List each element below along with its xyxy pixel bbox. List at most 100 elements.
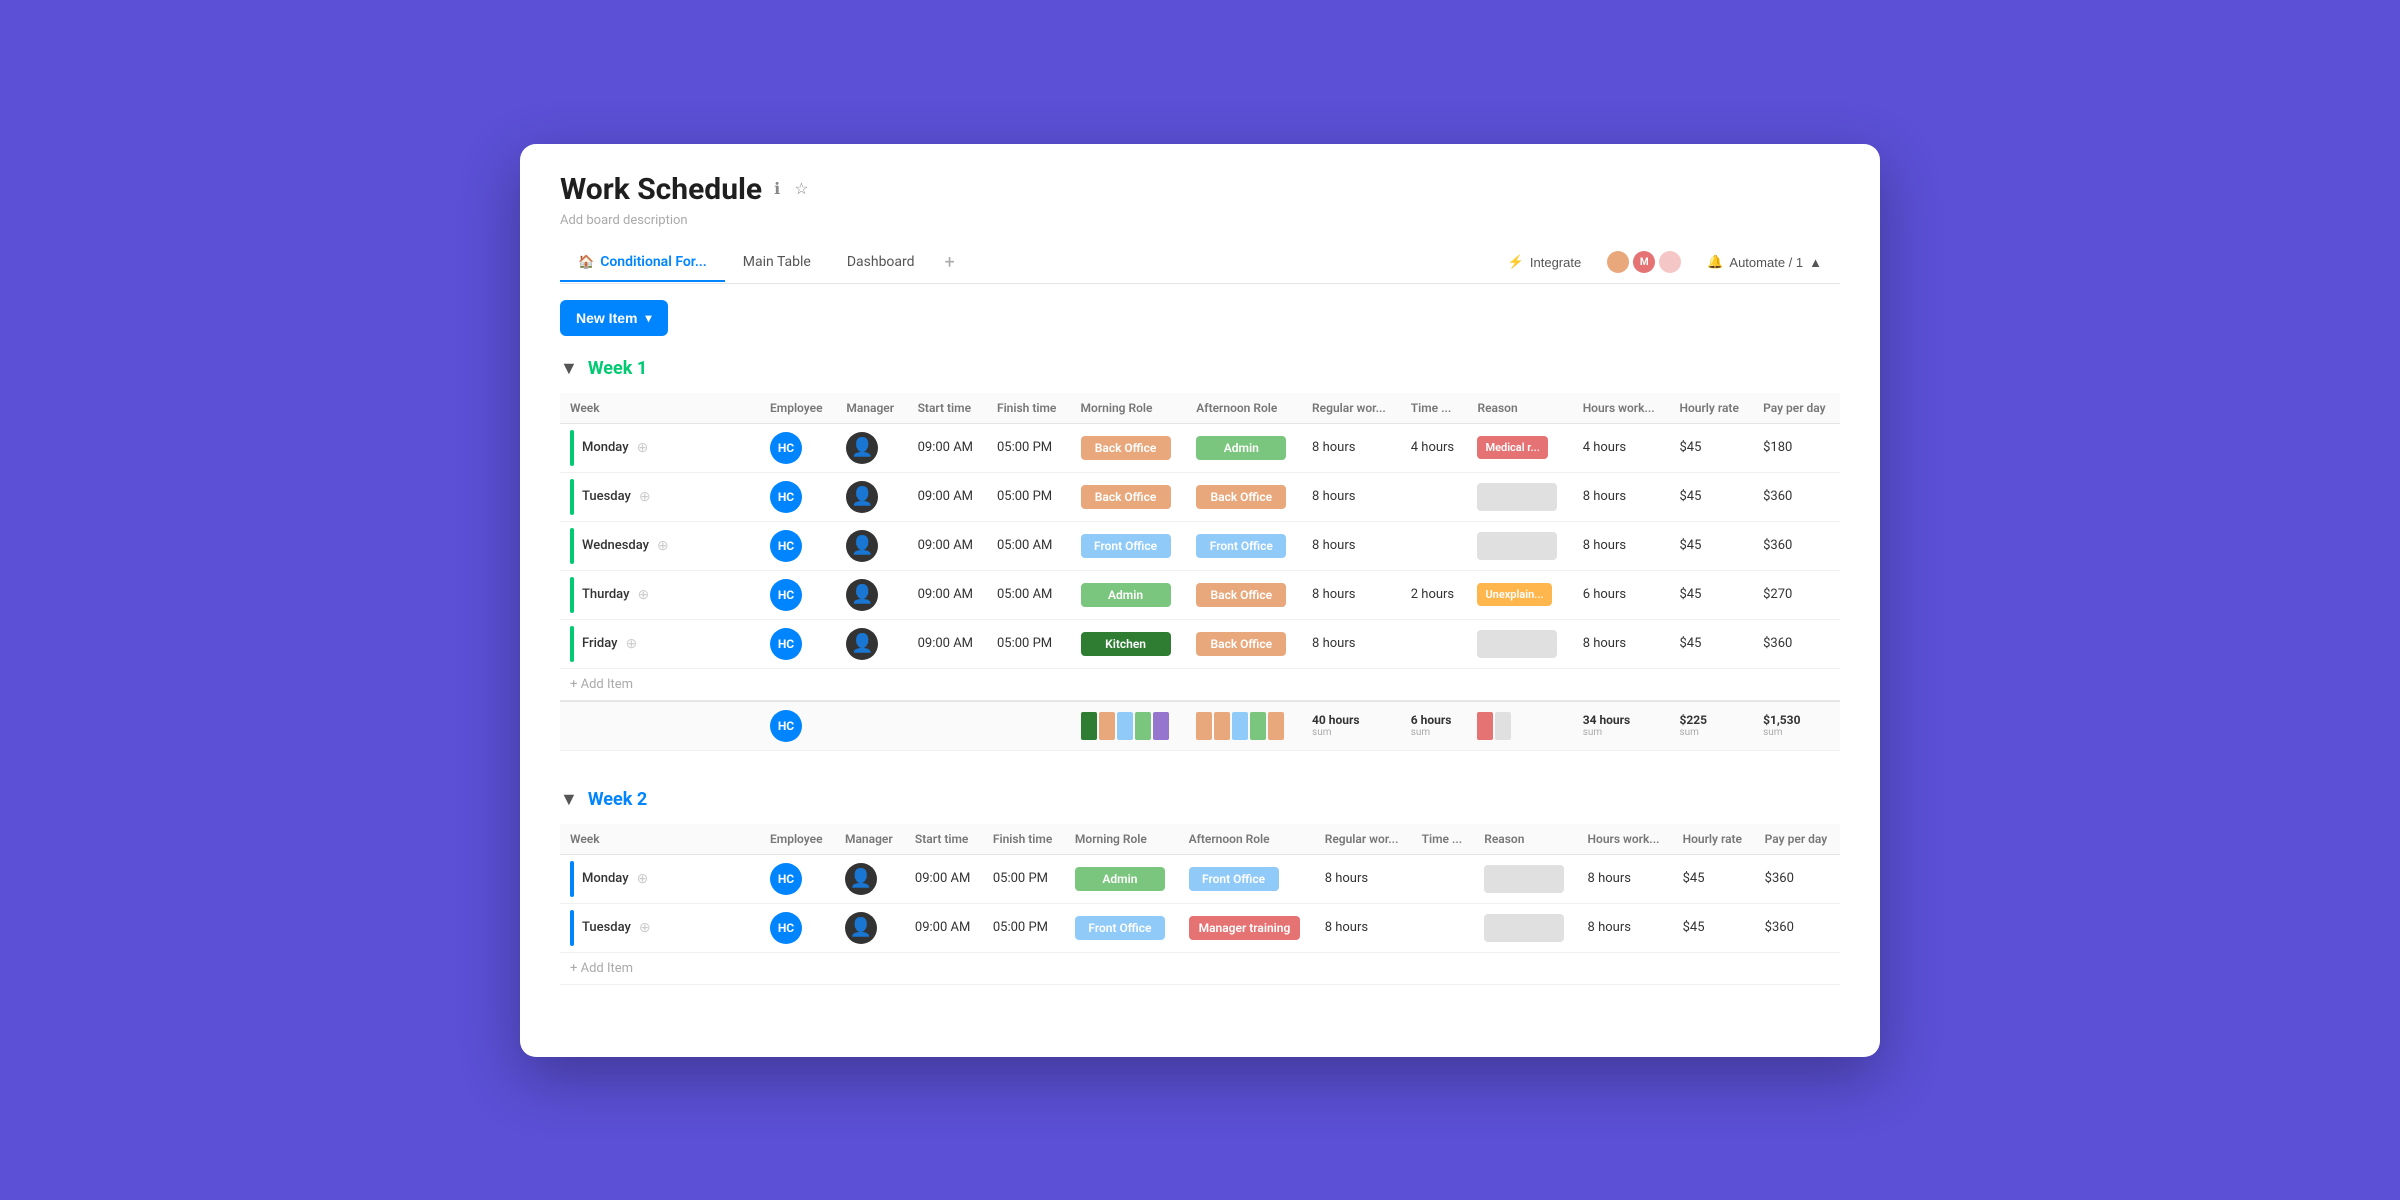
afternoon-chip xyxy=(1268,712,1284,740)
color-bar xyxy=(570,861,574,897)
avatar: HC xyxy=(770,863,802,895)
morning-role-badge[interactable]: Admin xyxy=(1081,583,1171,607)
regular-hours-cell: 8 hours xyxy=(1315,854,1412,903)
add-row-icon[interactable]: ⊕ xyxy=(637,587,649,603)
tab-main-table[interactable]: Main Table xyxy=(725,244,829,282)
summary-start xyxy=(908,701,987,751)
group-week1-toggle[interactable]: ▼ xyxy=(560,358,578,379)
add-item-cell[interactable]: + Add Item xyxy=(560,668,1840,701)
day-label: Friday xyxy=(582,636,618,651)
group-week2-title: Week 2 xyxy=(588,789,647,810)
service-icons: M xyxy=(1607,251,1681,273)
morning-role-badge[interactable]: Front Office xyxy=(1075,916,1165,940)
manager-icon: 👤 xyxy=(845,912,877,944)
hourly-rate-cell: $45 xyxy=(1670,570,1754,619)
afternoon-role-badge[interactable]: Admin xyxy=(1196,436,1286,460)
manager-cell: 👤 xyxy=(836,619,907,668)
tab-dashboard[interactable]: Dashboard xyxy=(829,244,933,282)
reason-empty xyxy=(1477,630,1557,658)
manager-icon: 👤 xyxy=(846,579,878,611)
afternoon-role-badge[interactable]: Back Office xyxy=(1196,485,1286,509)
integrate-button[interactable]: ⚡ Integrate xyxy=(1498,248,1592,276)
morning-chip xyxy=(1099,712,1115,740)
afternoon-role-badge[interactable]: Back Office xyxy=(1196,632,1286,656)
add-row-icon[interactable]: ⊕ xyxy=(626,636,638,652)
info-button[interactable]: ℹ xyxy=(772,177,782,201)
col-timeoff: Time ... xyxy=(1412,824,1475,855)
color-bar xyxy=(570,430,574,466)
hours-worked-cell: 6 hours xyxy=(1573,570,1670,619)
afternoon-role-cell: Admin xyxy=(1186,423,1302,472)
regular-hours-cell: 8 hours xyxy=(1302,423,1401,472)
regular-hours-cell: 8 hours xyxy=(1302,472,1401,521)
add-row-icon[interactable]: ⊕ xyxy=(637,440,649,456)
afternoon-role-cell: Front Office xyxy=(1179,854,1315,903)
table-row: Thurday ⊕ HC 👤 09:00 AM 05:00 AM Admin B… xyxy=(560,570,1840,619)
add-row-icon[interactable]: ⊕ xyxy=(639,920,651,936)
group-week1-title: Week 1 xyxy=(588,358,647,379)
col-morning: Morning Role xyxy=(1071,393,1187,424)
morning-role-badge[interactable]: Back Office xyxy=(1081,485,1171,509)
afternoon-role-badge[interactable]: Front Office xyxy=(1189,867,1279,891)
morning-role-badge[interactable]: Admin xyxy=(1075,867,1165,891)
time-off-cell: 4 hours xyxy=(1401,423,1468,472)
start-time-cell: 09:00 AM xyxy=(905,903,983,952)
automate-button[interactable]: 🔔 Automate / 1 ▲ xyxy=(1697,248,1832,276)
morning-chip xyxy=(1081,712,1097,740)
summary-pay-value: $1,530 xyxy=(1763,713,1800,727)
add-row-icon[interactable]: ⊕ xyxy=(639,489,651,505)
integrate-icon: ⚡ xyxy=(1508,254,1524,270)
start-time-cell: 09:00 AM xyxy=(908,423,987,472)
finish-time-cell: 05:00 PM xyxy=(987,619,1071,668)
add-item-cell[interactable]: + Add Item xyxy=(560,952,1840,984)
afternoon-chip xyxy=(1232,712,1248,740)
group-week2-toggle[interactable]: ▼ xyxy=(560,789,578,810)
manager-icon: 👤 xyxy=(846,628,878,660)
morning-role-badge[interactable]: Front Office xyxy=(1081,534,1171,558)
day-cell: Monday ⊕ xyxy=(560,854,760,903)
summary-employee: HC xyxy=(760,701,836,751)
morning-role-badge[interactable]: Back Office xyxy=(1081,436,1171,460)
morning-role-cell: Back Office xyxy=(1071,423,1187,472)
reason-empty xyxy=(1477,483,1557,511)
reason-badge[interactable]: Unexplain... xyxy=(1477,583,1551,606)
afternoon-role-badge[interactable]: Manager training xyxy=(1189,916,1301,940)
table-row: Tuesday ⊕ HC 👤 09:00 AM 05:00 PM Front O… xyxy=(560,903,1840,952)
employee-cell: HC xyxy=(760,423,836,472)
main-content: ▼ Week 1 Week Employee Manager Start tim… xyxy=(520,352,1880,1057)
afternoon-role-badge[interactable]: Back Office xyxy=(1196,583,1286,607)
start-time-cell: 09:00 AM xyxy=(908,619,987,668)
color-bar xyxy=(570,910,574,946)
col-employee: Employee xyxy=(760,824,835,855)
add-item-row[interactable]: + Add Item xyxy=(560,668,1840,701)
afternoon-role-badge[interactable]: Front Office xyxy=(1196,534,1286,558)
col-start: Start time xyxy=(908,393,987,424)
start-time-cell: 09:00 AM xyxy=(905,854,983,903)
start-time-cell: 09:00 AM xyxy=(908,570,987,619)
col-pay-per-day: Pay per day xyxy=(1755,824,1840,855)
summary-timeoff-label: sum xyxy=(1411,727,1458,738)
col-timeoff: Time ... xyxy=(1401,393,1468,424)
tab-add-button[interactable]: + xyxy=(933,242,967,283)
day-cell: Monday ⊕ xyxy=(560,423,760,472)
tab-dashboard-label: Dashboard xyxy=(847,254,915,270)
summary-morning xyxy=(1071,701,1187,751)
regular-hours-cell: 8 hours xyxy=(1302,570,1401,619)
group-week2: ▼ Week 2 Week Employee Manager Start tim… xyxy=(560,783,1840,985)
color-bar xyxy=(570,577,574,613)
morning-role-badge[interactable]: Kitchen xyxy=(1081,632,1171,656)
add-row-icon[interactable]: ⊕ xyxy=(657,538,669,554)
add-row-icon[interactable]: ⊕ xyxy=(637,871,649,887)
reason-badge[interactable]: Medical r... xyxy=(1477,436,1547,459)
reason-cell xyxy=(1467,619,1572,668)
new-item-button[interactable]: New Item ▾ xyxy=(560,300,668,336)
page-description[interactable]: Add board description xyxy=(560,213,1840,228)
star-button[interactable]: ☆ xyxy=(792,177,810,201)
tabs-row: 🏠 Conditional For... Main Table Dashboar… xyxy=(560,242,1840,284)
tab-conditional[interactable]: 🏠 Conditional For... xyxy=(560,244,725,282)
col-start: Start time xyxy=(905,824,983,855)
service-icon-2: M xyxy=(1633,251,1655,273)
add-item-row[interactable]: + Add Item xyxy=(560,952,1840,984)
hourly-rate-cell: $45 xyxy=(1673,854,1755,903)
day-cell: Tuesday ⊕ xyxy=(560,903,760,952)
